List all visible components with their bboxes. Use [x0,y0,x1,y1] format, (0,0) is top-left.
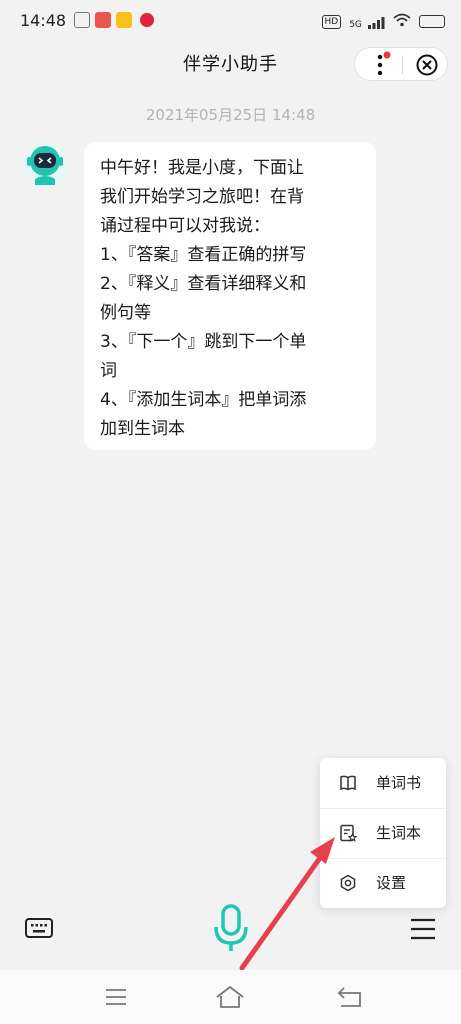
notification-icon [74,12,90,28]
menu-item-word-book[interactable]: 单词书 [320,758,446,808]
home-icon [216,985,244,1008]
message-line: 2、『释义』查看详细释义和 [100,274,307,294]
keyboard-button[interactable] [24,915,54,941]
app-icon [140,13,154,27]
message-line: 加到生词本 [100,419,185,439]
message-bubble: 中午好！我是小度，下面让 我们开始学习之旅吧！在背 诵过程中可以对我说： 1、『… [84,142,376,450]
wifi-icon [393,12,411,31]
menu-item-label: 设置 [376,874,407,892]
more-button[interactable] [363,48,399,82]
signal-icon: 5G [349,12,385,31]
close-circle-icon [416,54,438,76]
message-line: 中午好！我是小度，下面让 [100,158,304,178]
message-timestamp: 2021年05月25日 14:48 [145,106,316,124]
microphone-button[interactable] [212,903,250,953]
menu-item-vocab-notebook[interactable]: 生词本 [320,808,446,858]
settings-icon [340,874,356,892]
close-button[interactable] [405,48,445,82]
title-bar: 伴学小助手 [0,42,461,84]
menu-button[interactable] [408,915,438,943]
hd-badge: HD [321,14,342,29]
nav-home-button[interactable] [213,982,247,1012]
menu-item-label: 生词本 [376,824,422,842]
notification-dot [383,51,391,59]
status-time: 14:48 [20,11,67,30]
message-line: 1、『答案』查看正确的拼写 [100,245,307,265]
menu-icon [106,989,126,1005]
message-line: 3、『下一个』跳到下一个单 [100,332,307,352]
capsule-menu [354,47,448,81]
keyboard-icon [25,918,53,938]
nav-back-button[interactable] [333,982,367,1012]
message-line: 例句等 [100,303,151,323]
robot-avatar-icon [22,141,68,187]
hamburger-menu-icon [411,918,435,940]
message-line: 我们开始学习之旅吧！在背 [100,187,304,207]
bottom-toolbar [0,895,461,967]
status-indicators: HD 5G [321,12,445,31]
message-line: 诵过程中可以对我说： [100,216,270,236]
battery-icon [419,15,445,28]
message-line: 4、『添加生词本』把单词添 [100,390,307,410]
book-icon [340,775,356,791]
system-nav-bar [0,970,461,1024]
popup-menu: 单词书 生词本 设置 [320,758,446,908]
app-icon [116,12,132,28]
back-icon [337,987,361,1007]
network-label: 5G [349,20,362,30]
nav-menu-button[interactable] [99,982,133,1012]
more-vertical-icon [377,51,391,76]
menu-item-label: 单词书 [376,774,422,792]
vocab-notebook-icon [340,824,358,842]
status-app-icons [74,12,154,28]
status-bar: 14:48 HD 5G [0,0,461,42]
app-icon [95,12,111,28]
capsule-divider [402,56,403,74]
message-line: 词 [100,361,117,381]
microphone-icon [214,904,248,951]
